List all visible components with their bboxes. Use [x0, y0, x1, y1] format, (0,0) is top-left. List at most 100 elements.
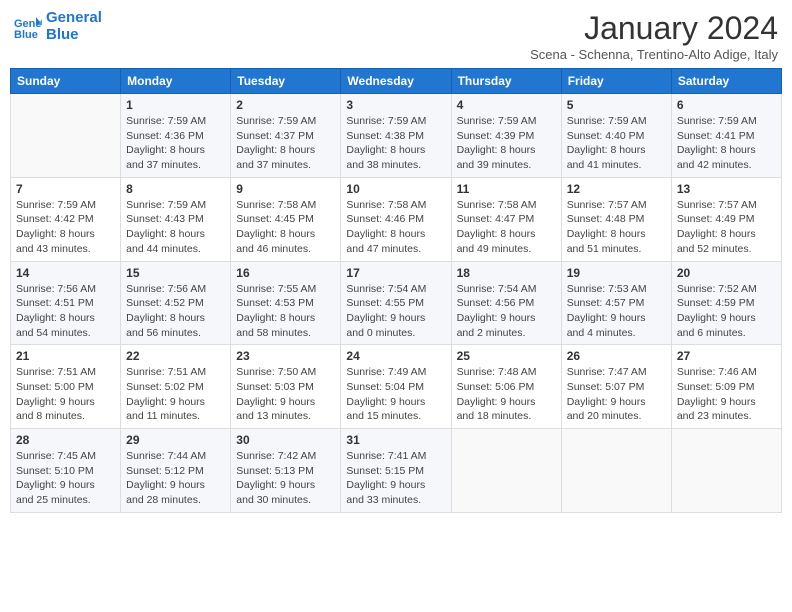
logo-line2: Blue	[46, 27, 102, 44]
calendar-cell: 11Sunrise: 7:58 AMSunset: 4:47 PMDayligh…	[451, 177, 561, 261]
calendar-cell: 9 Sunrise: 7:58 AMSunset: 4:45 PMDaylight…	[231, 177, 341, 261]
weekday-row: SundayMondayTuesdayWednesdayThursdayFrid…	[11, 69, 782, 94]
day-info: Sunrise: 7:59 AMSunset: 4:39 PMDaylight:…	[457, 114, 556, 173]
calendar-cell: 6 Sunrise: 7:59 AMSunset: 4:41 PMDaylight…	[671, 94, 781, 178]
day-info: Sunrise: 7:54 AMSunset: 4:56 PMDaylight:…	[457, 282, 556, 341]
calendar-cell: 12Sunrise: 7:57 AMSunset: 4:48 PMDayligh…	[561, 177, 671, 261]
day-number: 19	[567, 266, 666, 280]
day-info: Sunrise: 7:56 AMSunset: 4:52 PMDaylight:…	[126, 282, 225, 341]
calendar-cell: 3Sunrise: 7:59 AMSunset: 4:38 PMDaylight…	[341, 94, 451, 178]
calendar-cell: 29 Sunrise: 7:44 AMSunset: 5:12 PMDayligh…	[121, 429, 231, 513]
calendar-week-row: 28 Sunrise: 7:45 AMSunset: 5:10 PMDayligh…	[11, 429, 782, 513]
calendar-cell: 15Sunrise: 7:56 AMSunset: 4:52 PMDayligh…	[121, 261, 231, 345]
title-block: January 2024 Scena - Schenna, Trentino-A…	[530, 10, 778, 62]
day-info: Sunrise: 7:59 AMSunset: 4:40 PMDaylight:…	[567, 114, 666, 173]
calendar-cell: 5 Sunrise: 7:59 AMSunset: 4:40 PMDaylight…	[561, 94, 671, 178]
day-number: 3	[346, 98, 445, 112]
day-number: 9	[236, 182, 335, 196]
day-info: Sunrise: 7:59 AMSunset: 4:43 PMDaylight:…	[126, 198, 225, 257]
calendar-week-row: 14 Sunrise: 7:56 AMSunset: 4:51 PMDayligh…	[11, 261, 782, 345]
calendar-cell	[451, 429, 561, 513]
calendar-cell	[11, 94, 121, 178]
day-info: Sunrise: 7:58 AMSunset: 4:45 PMDaylight:…	[236, 198, 335, 257]
calendar-cell: 21Sunrise: 7:51 AMSunset: 5:00 PMDayligh…	[11, 345, 121, 429]
day-number: 31	[346, 433, 445, 447]
logo: General Blue General Blue	[14, 10, 102, 43]
day-number: 24	[346, 349, 445, 363]
calendar-cell: 27Sunrise: 7:46 AMSunset: 5:09 PMDayligh…	[671, 345, 781, 429]
weekday-header: Thursday	[451, 69, 561, 94]
calendar-cell: 26Sunrise: 7:47 AMSunset: 5:07 PMDayligh…	[561, 345, 671, 429]
calendar-header: SundayMondayTuesdayWednesdayThursdayFrid…	[11, 69, 782, 94]
day-number: 11	[457, 182, 556, 196]
calendar-cell: 19 Sunrise: 7:53 AMSunset: 4:57 PMDayligh…	[561, 261, 671, 345]
day-number: 13	[677, 182, 776, 196]
weekday-header: Tuesday	[231, 69, 341, 94]
calendar-table: SundayMondayTuesdayWednesdayThursdayFrid…	[10, 68, 782, 513]
weekday-header: Saturday	[671, 69, 781, 94]
calendar-cell: 1 Sunrise: 7:59 AMSunset: 4:36 PMDaylight…	[121, 94, 231, 178]
day-number: 5	[567, 98, 666, 112]
day-info: Sunrise: 7:56 AMSunset: 4:51 PMDaylight:…	[16, 282, 115, 341]
day-info: Sunrise: 7:57 AMSunset: 4:49 PMDaylight:…	[677, 198, 776, 257]
subtitle: Scena - Schenna, Trentino-Alto Adige, It…	[530, 47, 778, 62]
calendar-cell: 23Sunrise: 7:50 AMSunset: 5:03 PMDayligh…	[231, 345, 341, 429]
day-info: Sunrise: 7:45 AMSunset: 5:10 PMDaylight:…	[16, 449, 115, 508]
calendar-cell: 20Sunrise: 7:52 AMSunset: 4:59 PMDayligh…	[671, 261, 781, 345]
calendar-cell: 8Sunrise: 7:59 AMSunset: 4:43 PMDaylight…	[121, 177, 231, 261]
calendar-cell: 10 Sunrise: 7:58 AMSunset: 4:46 PMDayligh…	[341, 177, 451, 261]
day-info: Sunrise: 7:47 AMSunset: 5:07 PMDaylight:…	[567, 365, 666, 424]
calendar-cell	[561, 429, 671, 513]
day-info: Sunrise: 7:59 AMSunset: 4:42 PMDaylight:…	[16, 198, 115, 257]
month-title: January 2024	[530, 10, 778, 47]
calendar-cell: 22 Sunrise: 7:51 AMSunset: 5:02 PMDayligh…	[121, 345, 231, 429]
calendar-cell: 18 Sunrise: 7:54 AMSunset: 4:56 PMDayligh…	[451, 261, 561, 345]
calendar-cell: 13 Sunrise: 7:57 AMSunset: 4:49 PMDayligh…	[671, 177, 781, 261]
day-info: Sunrise: 7:59 AMSunset: 4:36 PMDaylight:…	[126, 114, 225, 173]
calendar-week-row: 1 Sunrise: 7:59 AMSunset: 4:36 PMDaylight…	[11, 94, 782, 178]
day-info: Sunrise: 7:53 AMSunset: 4:57 PMDaylight:…	[567, 282, 666, 341]
day-number: 10	[346, 182, 445, 196]
calendar-cell: 14 Sunrise: 7:56 AMSunset: 4:51 PMDayligh…	[11, 261, 121, 345]
day-number: 12	[567, 182, 666, 196]
day-info: Sunrise: 7:58 AMSunset: 4:46 PMDaylight:…	[346, 198, 445, 257]
day-number: 23	[236, 349, 335, 363]
weekday-header: Wednesday	[341, 69, 451, 94]
day-number: 18	[457, 266, 556, 280]
calendar-week-row: 7Sunrise: 7:59 AMSunset: 4:42 PMDaylight…	[11, 177, 782, 261]
calendar-body: 1 Sunrise: 7:59 AMSunset: 4:36 PMDaylight…	[11, 94, 782, 513]
day-number: 30	[236, 433, 335, 447]
day-info: Sunrise: 7:59 AMSunset: 4:41 PMDaylight:…	[677, 114, 776, 173]
calendar-cell: 16Sunrise: 7:55 AMSunset: 4:53 PMDayligh…	[231, 261, 341, 345]
calendar-cell: 28 Sunrise: 7:45 AMSunset: 5:10 PMDayligh…	[11, 429, 121, 513]
calendar-cell: 7Sunrise: 7:59 AMSunset: 4:42 PMDaylight…	[11, 177, 121, 261]
day-info: Sunrise: 7:41 AMSunset: 5:15 PMDaylight:…	[346, 449, 445, 508]
day-number: 14	[16, 266, 115, 280]
page-header: General Blue General Blue January 2024 S…	[10, 10, 782, 62]
day-number: 1	[126, 98, 225, 112]
day-info: Sunrise: 7:51 AMSunset: 5:02 PMDaylight:…	[126, 365, 225, 424]
day-number: 28	[16, 433, 115, 447]
calendar-cell: 25Sunrise: 7:48 AMSunset: 5:06 PMDayligh…	[451, 345, 561, 429]
day-info: Sunrise: 7:42 AMSunset: 5:13 PMDaylight:…	[236, 449, 335, 508]
svg-text:Blue: Blue	[14, 29, 38, 39]
weekday-header: Monday	[121, 69, 231, 94]
day-number: 17	[346, 266, 445, 280]
day-info: Sunrise: 7:55 AMSunset: 4:53 PMDaylight:…	[236, 282, 335, 341]
day-info: Sunrise: 7:59 AMSunset: 4:37 PMDaylight:…	[236, 114, 335, 173]
calendar-week-row: 21Sunrise: 7:51 AMSunset: 5:00 PMDayligh…	[11, 345, 782, 429]
logo-line1: General	[46, 10, 102, 27]
day-info: Sunrise: 7:44 AMSunset: 5:12 PMDaylight:…	[126, 449, 225, 508]
calendar-cell: 31 Sunrise: 7:41 AMSunset: 5:15 PMDayligh…	[341, 429, 451, 513]
day-number: 6	[677, 98, 776, 112]
day-info: Sunrise: 7:49 AMSunset: 5:04 PMDaylight:…	[346, 365, 445, 424]
day-number: 25	[457, 349, 556, 363]
day-number: 22	[126, 349, 225, 363]
day-info: Sunrise: 7:54 AMSunset: 4:55 PMDaylight:…	[346, 282, 445, 341]
weekday-header: Sunday	[11, 69, 121, 94]
day-number: 29	[126, 433, 225, 447]
calendar-cell: 4Sunrise: 7:59 AMSunset: 4:39 PMDaylight…	[451, 94, 561, 178]
calendar-cell: 17 Sunrise: 7:54 AMSunset: 4:55 PMDayligh…	[341, 261, 451, 345]
day-info: Sunrise: 7:46 AMSunset: 5:09 PMDaylight:…	[677, 365, 776, 424]
day-info: Sunrise: 7:51 AMSunset: 5:00 PMDaylight:…	[16, 365, 115, 424]
